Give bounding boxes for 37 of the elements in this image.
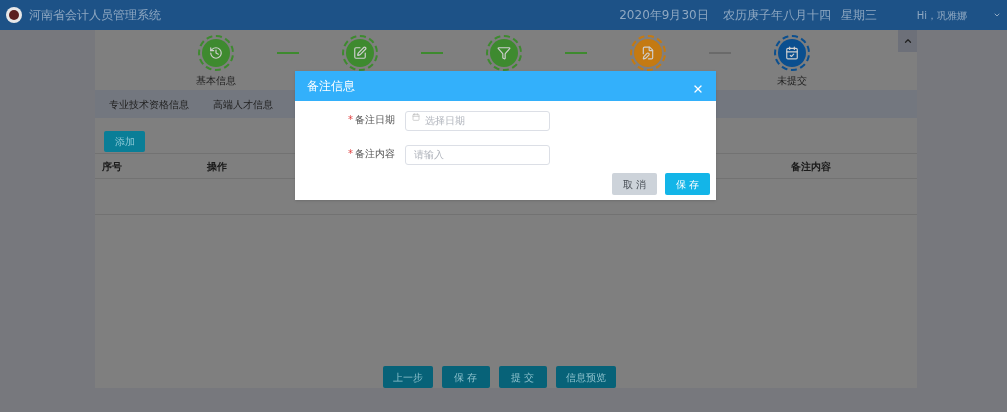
tab[interactable]: 专业技术资格信息 [109, 96, 189, 112]
footer-button[interactable]: 上一步 [382, 366, 433, 388]
required-mark: * [348, 112, 353, 127]
date-field[interactable]: 选择日期 [405, 110, 550, 131]
cancel-button[interactable]: 取 消 [612, 173, 657, 195]
filter-icon [497, 46, 511, 60]
user-greeting[interactable]: Hi，巩雅娜 [916, 7, 967, 23]
scroll-up-button[interactable] [898, 30, 917, 52]
footer-button[interactable]: 提 交 [498, 366, 547, 388]
calendar-icon [412, 113, 420, 121]
lunar-date-text: 农历庚子年八月十四 [722, 7, 831, 24]
edit-icon [353, 46, 367, 60]
column-header: 操作 [206, 159, 227, 174]
footer-button[interactable]: 保 存 [441, 366, 490, 388]
close-button[interactable] [692, 83, 704, 95]
dialog-title: 备注信息 [307, 78, 355, 95]
chevron-up-icon [902, 36, 913, 46]
save-button[interactable]: 保 存 [665, 173, 710, 195]
required-mark: * [348, 146, 353, 161]
emblem-icon [6, 7, 22, 23]
column-header: 序号 [101, 159, 123, 174]
dropdown-icon[interactable] [993, 11, 1001, 19]
document-edit-icon [641, 46, 655, 60]
field-label: 备注日期 [355, 112, 395, 127]
tab[interactable]: 高端人才信息 [213, 96, 273, 112]
add-button[interactable]: 添加 [104, 131, 145, 152]
column-header: 备注内容 [790, 159, 832, 174]
step-label: 基本信息 [196, 74, 236, 88]
app-title: 河南省会计人员管理系统 [29, 7, 161, 24]
field-label: 备注内容 [355, 146, 395, 161]
date-text: 2020年9月30日 [619, 7, 709, 24]
clock-icon [209, 46, 223, 60]
input-field[interactable]: 请输入 [405, 144, 550, 165]
footer-button[interactable]: 信息预览 [555, 366, 616, 388]
step-label: 未提交 [777, 74, 807, 88]
weekday-text: 星期三 [840, 7, 877, 24]
calendar-check-icon [785, 46, 799, 60]
